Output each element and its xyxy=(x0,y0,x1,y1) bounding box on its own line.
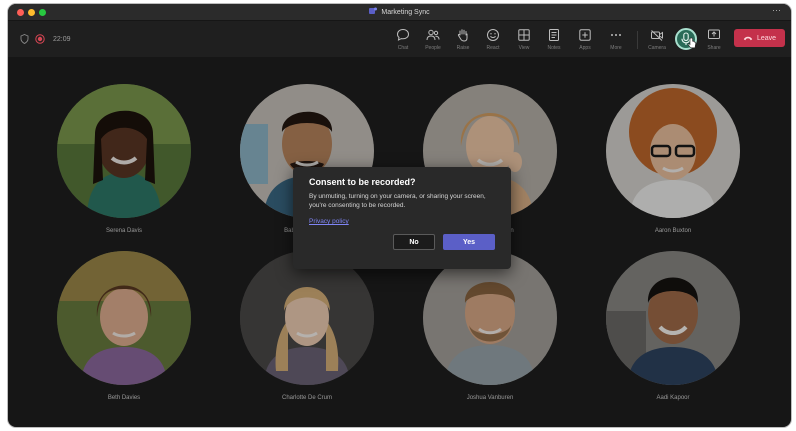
view-label: View xyxy=(518,45,530,51)
meeting-timer: 22:09 xyxy=(53,35,71,43)
share-button[interactable]: Share xyxy=(701,26,727,52)
view-icon xyxy=(518,29,530,41)
notes-icon xyxy=(549,29,559,41)
leave-label: Leave xyxy=(756,34,777,42)
apps-label: Apps xyxy=(579,45,591,51)
raise-hand-button[interactable]: Raise xyxy=(450,26,476,52)
notes-button[interactable]: Notes xyxy=(541,26,567,52)
more-icon xyxy=(611,34,621,36)
camera-label: Camera xyxy=(648,45,666,51)
shield-icon xyxy=(20,34,29,44)
no-button[interactable]: No xyxy=(393,234,435,250)
toolbar-divider xyxy=(637,31,638,49)
chat-button[interactable]: Chat xyxy=(390,26,416,52)
teams-meeting-window: Marketing Sync ⋯ 22:09 Chat People Raise xyxy=(8,4,791,427)
chat-icon xyxy=(396,28,410,41)
react-icon xyxy=(487,29,499,41)
yes-button[interactable]: Yes xyxy=(443,234,495,250)
leave-button[interactable]: Leave xyxy=(734,29,785,47)
share-icon xyxy=(708,29,720,39)
people-button[interactable]: People xyxy=(420,26,446,52)
notes-label: Notes xyxy=(547,45,561,51)
dialog-title: Consent to be recorded? xyxy=(309,177,416,187)
people-icon xyxy=(426,29,440,41)
dialog-body: By unmuting, turning on your camera, or … xyxy=(309,193,486,209)
teams-logo-icon xyxy=(369,7,378,14)
raise-label: Raise xyxy=(456,45,470,51)
raise-hand-icon xyxy=(457,29,468,42)
recording-consent-dialog: Consent to be recorded? By unmuting, tur… xyxy=(293,167,511,269)
window-title-wrap: Marketing Sync xyxy=(8,7,791,18)
meeting-status: 22:09 xyxy=(20,34,71,44)
more-button[interactable]: More xyxy=(603,26,629,52)
apps-button[interactable]: Apps xyxy=(572,26,598,52)
view-button[interactable]: View xyxy=(511,26,537,52)
apps-icon xyxy=(579,29,591,41)
window-title: Marketing Sync xyxy=(381,9,430,16)
meeting-toolbar: 22:09 Chat People Raise React View Notes xyxy=(8,21,791,57)
dialog-buttons: No Yes xyxy=(393,234,495,250)
privacy-policy-link[interactable]: Privacy policy xyxy=(309,218,349,225)
window-more-icon[interactable]: ⋯ xyxy=(772,5,781,16)
people-label: People xyxy=(425,45,441,51)
more-label: More xyxy=(610,45,622,51)
mouse-cursor-icon xyxy=(687,37,696,49)
title-bar: Marketing Sync ⋯ xyxy=(8,4,791,21)
camera-off-icon xyxy=(651,30,663,41)
camera-button[interactable]: Camera xyxy=(644,26,670,52)
react-button[interactable]: React xyxy=(480,26,506,52)
share-label: Share xyxy=(707,45,721,51)
chat-label: Chat xyxy=(397,45,409,51)
hang-up-icon xyxy=(743,36,753,41)
react-label: React xyxy=(486,45,500,51)
recording-icon xyxy=(35,34,45,44)
